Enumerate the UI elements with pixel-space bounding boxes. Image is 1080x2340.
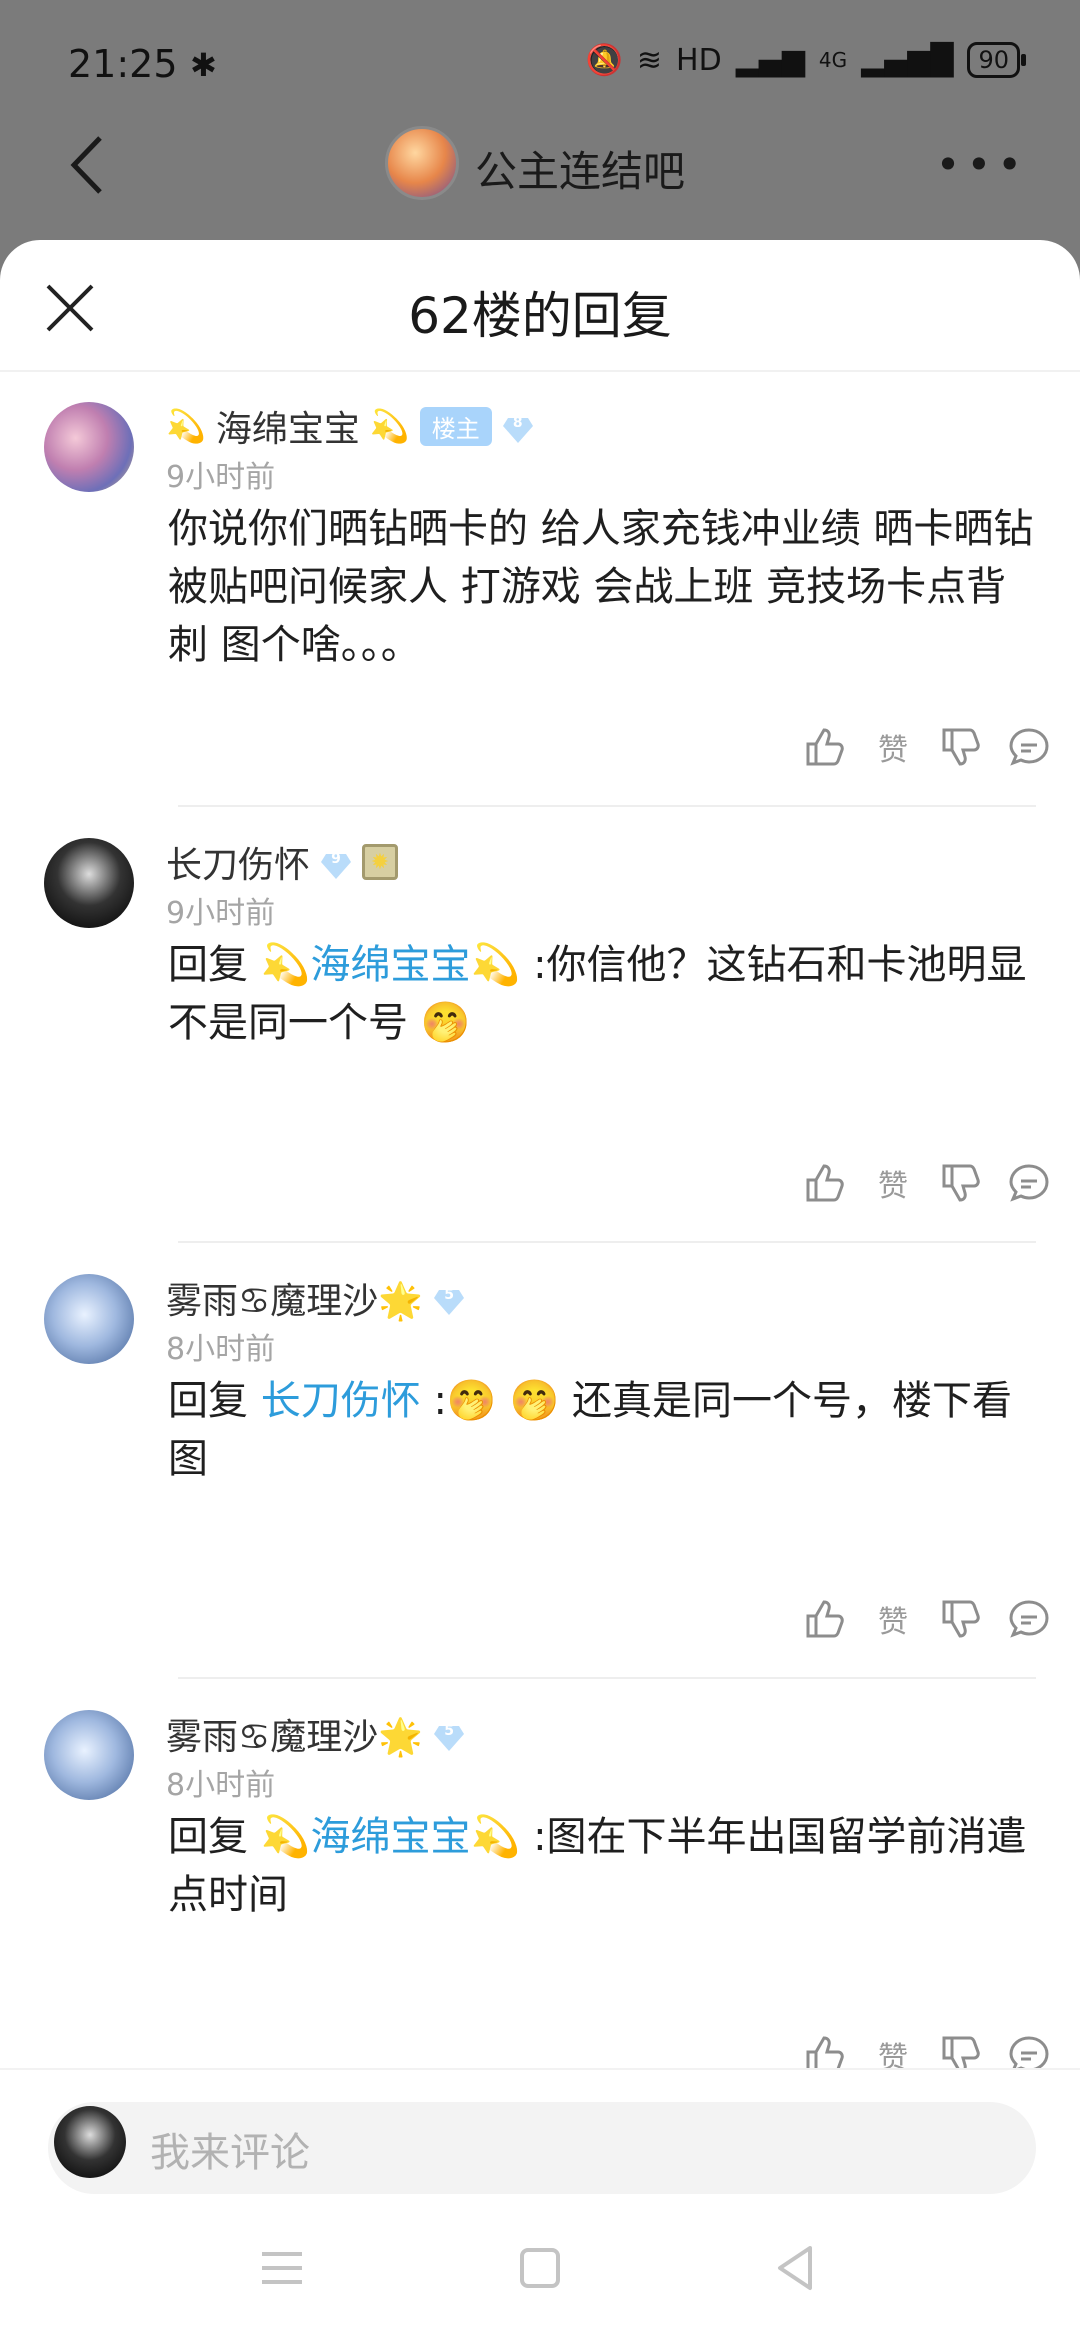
username[interactable]: 雾雨♋魔理沙🌟 xyxy=(166,1272,423,1324)
divider xyxy=(178,1677,1036,1679)
cancer-sign-icon: ♋ xyxy=(238,1281,271,1322)
system-navbar xyxy=(0,2208,1080,2340)
username[interactable]: 长刀伤怀 xyxy=(166,836,310,888)
reply-list[interactable]: 💫 海绵宝宝 💫 楼主 8 9小时前 你说你们晒钻晒卡的 给人家充钱冲业绩 晒卡… xyxy=(0,372,1080,2072)
status-time: 21:25 xyxy=(68,42,178,86)
like-label[interactable]: 赞 xyxy=(870,1597,916,1641)
thumbs-down-icon[interactable] xyxy=(938,2032,984,2072)
like-label[interactable]: 赞 xyxy=(870,2033,916,2072)
level-number: 9 xyxy=(331,851,341,867)
level-gem-icon: 5 xyxy=(433,1284,465,1315)
more-icon[interactable]: ••• xyxy=(936,140,1028,189)
reply-actions: 赞 xyxy=(802,2032,1052,2072)
thumbs-down-icon[interactable] xyxy=(938,724,984,770)
mention-link[interactable]: 💫海绵宝宝💫 xyxy=(261,1814,533,1860)
thumbs-down-icon[interactable] xyxy=(938,1160,984,1206)
signal-icon-2: ▂▄▆█ xyxy=(861,42,954,78)
reply-actions: 赞 xyxy=(802,1160,1052,1206)
status-icons: 🔕 ≋ HD ▂▄▆ 4G ▂▄▆█ 90 xyxy=(585,42,1026,78)
reply-prefix: 回复 xyxy=(168,1814,248,1860)
emoji-icon: 🤭 🤭 xyxy=(446,1378,560,1424)
thumbs-up-icon[interactable] xyxy=(802,724,848,770)
comment-placeholder[interactable]: 我来评论 xyxy=(150,2120,310,2178)
star-icon: 🌟 xyxy=(378,1281,424,1322)
level-gem-icon: 9 xyxy=(320,848,352,879)
thumbs-down-icon[interactable] xyxy=(938,1596,984,1642)
sheet-header: 62楼的回复 xyxy=(0,240,1080,372)
reply-actions: 赞 xyxy=(802,1596,1052,1642)
reply-prefix: 回复 xyxy=(168,1378,248,1424)
like-label[interactable]: 赞 xyxy=(870,725,916,769)
username[interactable]: 海绵宝宝 xyxy=(216,400,360,452)
cancer-sign-icon: ♋ xyxy=(238,1717,271,1758)
wifi-icon: ≋ xyxy=(636,42,663,78)
swirl-icon: 💫 xyxy=(166,407,206,445)
hd-label: HD xyxy=(676,42,722,78)
back-nav-icon[interactable] xyxy=(766,2238,826,2298)
home-icon[interactable] xyxy=(510,2238,570,2298)
thumbs-up-icon[interactable] xyxy=(802,1160,848,1206)
star-icon: 🌟 xyxy=(378,1717,424,1758)
user-row: 雾雨♋魔理沙🌟 5 xyxy=(166,1272,465,1324)
level-gem-icon: 8 xyxy=(502,412,534,443)
forum-title[interactable]: 公主连结吧 xyxy=(475,138,685,199)
reply-time: 8小时前 xyxy=(166,1332,276,1367)
forum-avatar[interactable] xyxy=(385,126,459,200)
mention-link[interactable]: 长刀伤怀 xyxy=(261,1378,421,1424)
reply-actions: 赞 xyxy=(802,724,1052,770)
battery-icon: 90 xyxy=(967,42,1026,78)
avatar[interactable] xyxy=(44,838,134,928)
swirl-icon: 💫 xyxy=(369,407,410,445)
reply-item: 雾雨♋魔理沙🌟 5 8小时前 回复 💫海绵宝宝💫 :图在下半年出国留学前消遣点时… xyxy=(0,1680,1080,2072)
signal-icon: ▂▄▆ xyxy=(735,42,805,78)
reply-time: 8小时前 xyxy=(166,1768,276,1803)
reply-item: 长刀伤怀 9 ✹ 9小时前 回复 💫海绵宝宝💫 :你信他？这钻石和卡池明显不是同… xyxy=(0,808,1080,1244)
level-number: 5 xyxy=(444,1287,455,1303)
emoji-icon: 🤭 xyxy=(420,1000,471,1046)
notification-icon: ✱ xyxy=(190,46,217,84)
reply-colon: : xyxy=(433,1378,447,1424)
reply-prefix: 回复 xyxy=(168,942,248,988)
avatar[interactable] xyxy=(44,1274,134,1364)
level-number: 8 xyxy=(512,415,523,431)
reply-content: 回复 💫海绵宝宝💫 :你信他？这钻石和卡池明显不是同一个号 🤭 xyxy=(168,936,1038,1052)
sheet-title: 62楼的回复 xyxy=(408,287,672,345)
reply-content: 回复 💫海绵宝宝💫 :图在下半年出国留学前消遣点时间 xyxy=(168,1808,1038,1924)
username[interactable]: 雾雨♋魔理沙🌟 xyxy=(166,1708,423,1760)
back-icon[interactable] xyxy=(60,130,120,200)
comment-icon[interactable] xyxy=(1006,724,1052,770)
reply-time: 9小时前 xyxy=(166,460,276,495)
reply-item: 雾雨♋魔理沙🌟 5 8小时前 回复 长刀伤怀 :🤭 🤭 还真是同一个号，楼下看图… xyxy=(0,1244,1080,1680)
my-avatar xyxy=(54,2106,126,2178)
user-row: 长刀伤怀 9 ✹ xyxy=(166,836,399,888)
network-label: 4G xyxy=(818,48,848,72)
user-row: 雾雨♋魔理沙🌟 5 xyxy=(166,1708,465,1760)
user-row: 💫 海绵宝宝 💫 楼主 8 xyxy=(166,400,534,452)
level-gem-icon: 5 xyxy=(433,1720,465,1751)
medal-icon: ✹ xyxy=(362,844,399,880)
forum-header: 公主连结吧 ••• xyxy=(0,110,1080,220)
mention-link[interactable]: 💫海绵宝宝💫 xyxy=(261,942,533,988)
reply-content: 你说你们晒钻晒卡的 给人家充钱冲业绩 晒卡晒钻被贴吧问候家人 打游戏 会战上班 … xyxy=(168,506,1034,668)
level-number: 5 xyxy=(444,1723,455,1739)
thumbs-up-icon[interactable] xyxy=(802,2032,848,2072)
thumbs-up-icon[interactable] xyxy=(802,1596,848,1642)
reply-item: 💫 海绵宝宝 💫 楼主 8 9小时前 你说你们晒钻晒卡的 给人家充钱冲业绩 晒卡… xyxy=(0,372,1080,808)
replies-sheet: 62楼的回复 💫 海绵宝宝 💫 楼主 8 9小时前 你说你们晒钻晒卡的 给人家充… xyxy=(0,240,1080,2340)
comment-icon[interactable] xyxy=(1006,1596,1052,1642)
divider xyxy=(178,805,1036,807)
menu-icon[interactable] xyxy=(252,2238,312,2298)
host-badge: 楼主 xyxy=(419,406,492,446)
comment-icon[interactable] xyxy=(1006,2032,1052,2072)
reply-content: 回复 长刀伤怀 :🤭 🤭 还真是同一个号，楼下看图 xyxy=(168,1372,1038,1488)
mute-icon: 🔕 xyxy=(585,42,623,78)
like-label[interactable]: 赞 xyxy=(870,1161,916,1205)
comment-icon[interactable] xyxy=(1006,1160,1052,1206)
reply-time: 9小时前 xyxy=(166,896,276,931)
comment-bar: 我来评论 xyxy=(0,2068,1080,2208)
divider xyxy=(178,1241,1036,1243)
avatar[interactable] xyxy=(44,1710,134,1800)
avatar[interactable] xyxy=(44,402,134,492)
